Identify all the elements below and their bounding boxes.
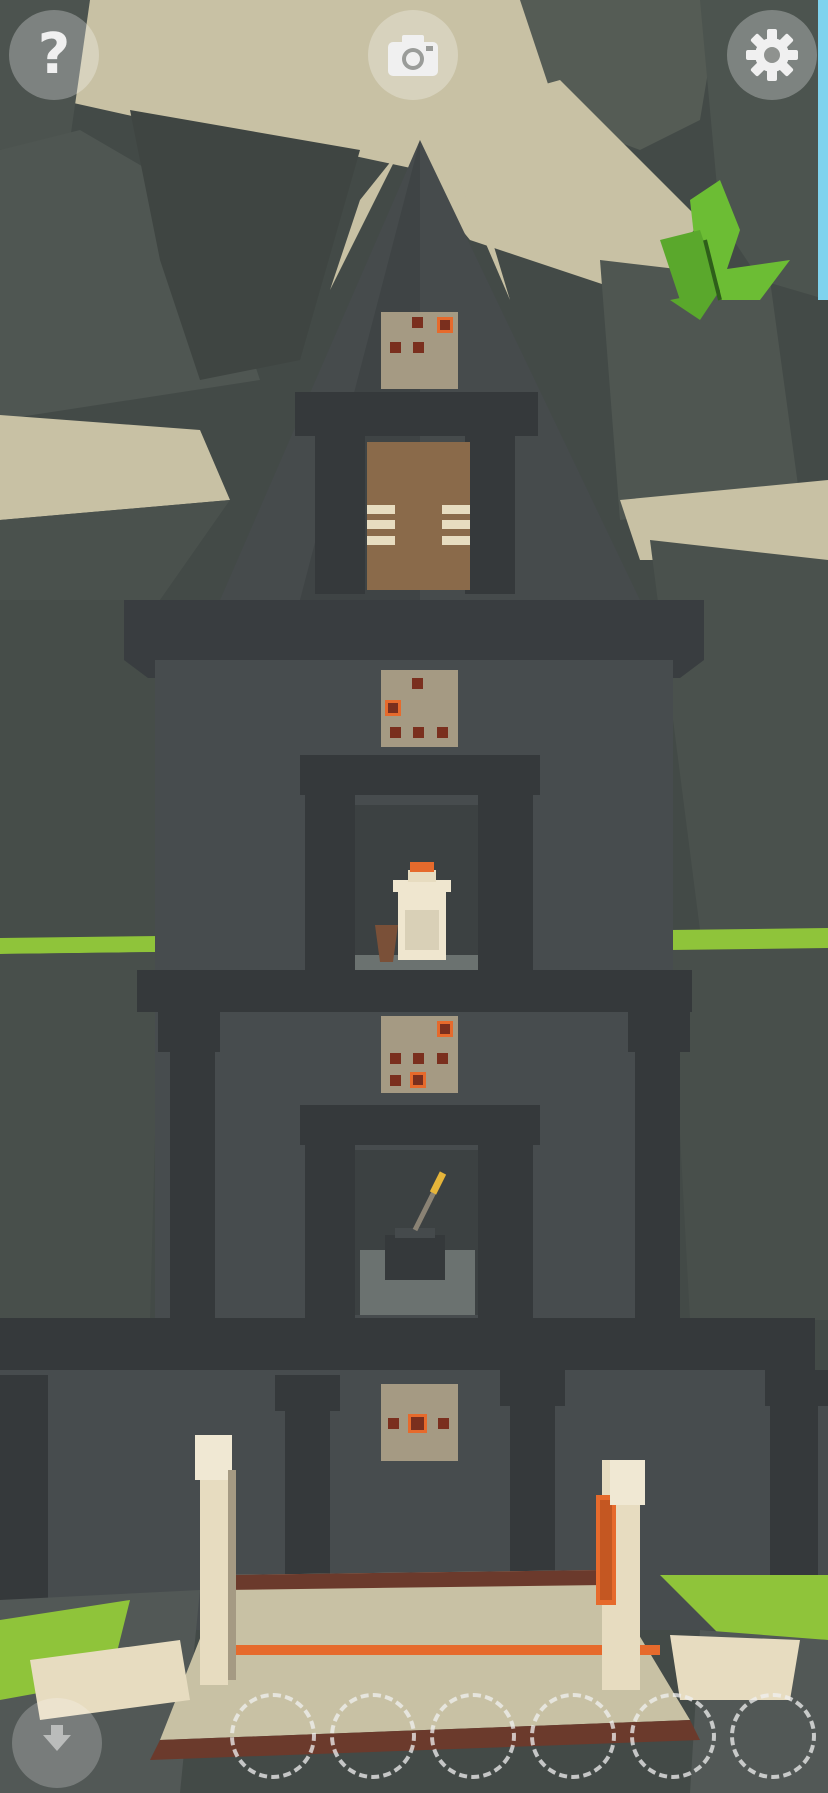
puzzle-post-left[interactable] bbox=[195, 1435, 236, 1685]
help-button[interactable]: ? bbox=[9, 10, 99, 100]
grass-ledge-left bbox=[0, 936, 160, 954]
back-button[interactable] bbox=[12, 1698, 102, 1788]
settings-button[interactable] bbox=[727, 10, 817, 100]
inventory-slot[interactable] bbox=[330, 1693, 416, 1779]
inventory-slot[interactable] bbox=[430, 1693, 516, 1779]
wooden-door[interactable] bbox=[367, 442, 470, 590]
inventory-slot[interactable] bbox=[530, 1693, 616, 1779]
inventory-slot[interactable] bbox=[630, 1693, 716, 1779]
puzzle-post-right[interactable] bbox=[596, 1460, 645, 1690]
camera-icon bbox=[386, 32, 440, 78]
camera-button[interactable] bbox=[368, 10, 458, 100]
game-scene bbox=[0, 0, 828, 1793]
gear-icon bbox=[745, 28, 799, 82]
back-arrow-icon bbox=[37, 1721, 77, 1765]
help-icon: ? bbox=[37, 22, 71, 87]
inventory-slot[interactable] bbox=[730, 1693, 816, 1779]
inventory-slot[interactable] bbox=[230, 1693, 316, 1779]
